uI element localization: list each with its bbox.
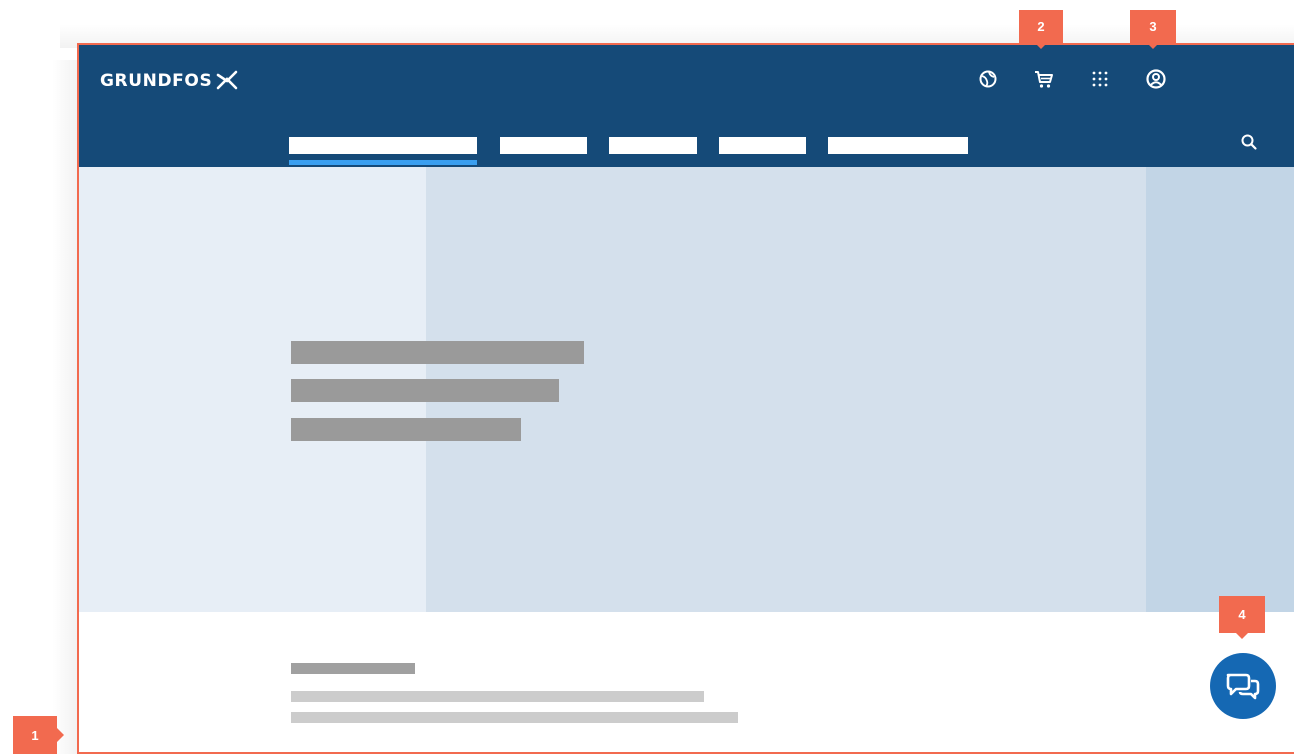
nav-item-1[interactable] xyxy=(289,137,477,154)
nav-item-2[interactable] xyxy=(500,137,587,154)
nav-item-3[interactable] xyxy=(609,137,697,154)
grundfos-logo[interactable]: GRUNDFOS xyxy=(100,66,239,96)
annotation-marker-4: 4 xyxy=(1219,596,1265,639)
chat-bubbles-icon xyxy=(1226,673,1260,700)
grundfos-x-mark-icon xyxy=(216,70,238,90)
hero-heading-line-2 xyxy=(291,379,559,402)
chat-button[interactable] xyxy=(1210,653,1276,719)
section-text-line-1 xyxy=(291,691,704,702)
page-wireframe: GRUNDFOS xyxy=(77,43,1294,754)
logo-text: GRUNDFOS xyxy=(100,71,213,91)
search-icon[interactable] xyxy=(1238,131,1260,153)
marker-label: 3 xyxy=(1149,19,1157,34)
nav-active-indicator xyxy=(289,160,477,165)
hero-heading-line-1 xyxy=(291,341,584,364)
nav-item-5[interactable] xyxy=(828,137,968,154)
globe-icon[interactable] xyxy=(975,66,1001,92)
cart-icon[interactable] xyxy=(1031,66,1057,92)
annotation-marker-3: 3 xyxy=(1130,10,1176,49)
nav-item-4[interactable] xyxy=(719,137,806,154)
annotation-marker-2: 2 xyxy=(1019,10,1063,49)
user-account-icon[interactable] xyxy=(1143,66,1169,92)
hero-right-panel xyxy=(1146,167,1294,612)
marker-label: 1 xyxy=(31,727,39,743)
apps-grid-icon[interactable] xyxy=(1087,66,1113,92)
section-title-placeholder xyxy=(291,663,415,674)
annotation-marker-1: 1 xyxy=(13,716,64,754)
marker-label: 2 xyxy=(1037,19,1045,34)
section-text-line-2 xyxy=(291,712,738,723)
marker-label: 4 xyxy=(1238,607,1246,622)
site-header: GRUNDFOS xyxy=(79,45,1294,167)
hero-heading-line-3 xyxy=(291,418,521,441)
